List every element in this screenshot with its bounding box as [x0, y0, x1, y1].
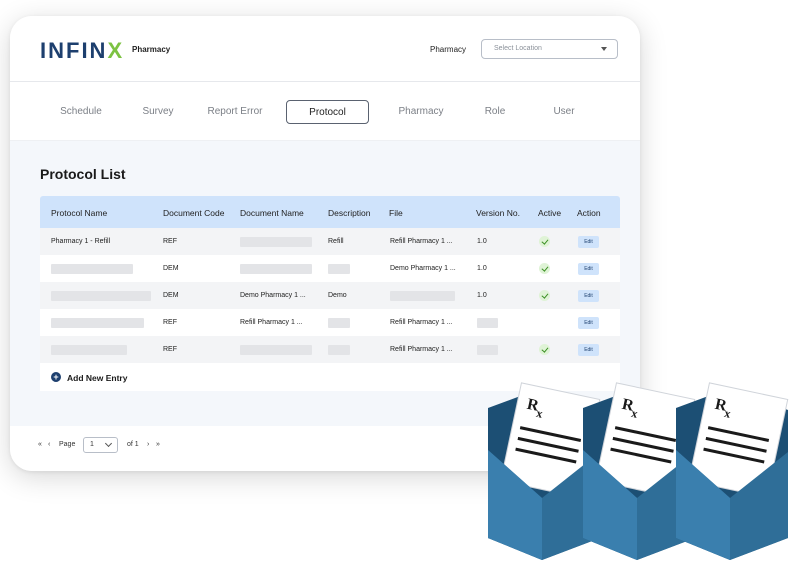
tab-schedule[interactable]: Schedule	[50, 100, 112, 124]
page-count: of 1	[127, 441, 139, 448]
tab-pharmacy[interactable]: Pharmacy	[390, 100, 452, 124]
cell-file: Refill Pharmacy 1 ...	[390, 319, 453, 326]
col-version: Version No.	[476, 208, 520, 218]
infinx-logo: INFINX	[40, 38, 125, 63]
edit-button[interactable]: Edit	[578, 317, 599, 329]
add-new-entry-label: Add New Entry	[67, 373, 128, 383]
cell-placeholder	[51, 318, 144, 328]
edit-button[interactable]: Edit	[578, 344, 599, 356]
tab-report-error[interactable]: Report Error	[202, 100, 268, 124]
table-row: DEM Demo Pharmacy 1 ... 1.0 Edit	[40, 255, 620, 282]
page-label: Page	[59, 441, 76, 448]
cell-placeholder	[51, 291, 151, 301]
cell-file: Refill Pharmacy 1 ...	[390, 346, 453, 353]
location-label: Pharmacy	[430, 45, 467, 54]
table-row: DEM Demo Pharmacy 1 ... Demo 1.0 Edit	[40, 282, 620, 309]
tab-role[interactable]: Role	[476, 100, 514, 124]
location-select-placeholder: Select Location	[494, 45, 542, 52]
cell-document-name: Refill Pharmacy 1 ...	[240, 319, 303, 326]
col-document-code: Document Code	[163, 208, 225, 218]
cell-placeholder	[477, 318, 498, 328]
check-icon	[539, 236, 550, 247]
table-row: REF Refill Pharmacy 1 ... Edit	[40, 336, 620, 363]
table-row: Pharmacy 1 - Refill REF Refill Refill Ph…	[40, 228, 620, 255]
next-page-button[interactable]: ›	[147, 441, 149, 448]
cell-description: Refill	[328, 238, 344, 245]
cell-file: Refill Pharmacy 1 ...	[390, 238, 453, 245]
table-header: Protocol Name Document Code Document Nam…	[40, 196, 620, 228]
page-select[interactable]: 1	[83, 437, 118, 453]
tab-survey[interactable]: Survey	[136, 100, 180, 124]
cell-document-code: DEM	[163, 292, 179, 299]
cell-placeholder	[240, 345, 312, 355]
page-select-value: 1	[90, 441, 94, 448]
col-document-name: Document Name	[240, 208, 304, 218]
cell-placeholder	[51, 345, 127, 355]
cell-document-code: REF	[163, 238, 177, 245]
col-action: Action	[577, 208, 601, 218]
plus-icon: +	[51, 372, 61, 382]
cell-description: Demo	[328, 292, 347, 299]
page-title: Protocol List	[40, 166, 126, 182]
cell-version: 1.0	[477, 292, 487, 299]
cell-version: 1.0	[477, 265, 487, 272]
col-description: Description	[328, 208, 371, 218]
last-page-button[interactable]: »	[156, 441, 160, 448]
cell-placeholder	[390, 291, 455, 301]
cell-document-code: REF	[163, 346, 177, 353]
prev-page-button[interactable]: ‹	[48, 441, 50, 448]
cell-version: 1.0	[477, 238, 487, 245]
col-file: File	[389, 208, 403, 218]
check-icon	[539, 344, 550, 355]
cell-placeholder	[477, 345, 498, 355]
cell-placeholder	[328, 345, 350, 355]
edit-button[interactable]: Edit	[578, 263, 599, 275]
check-icon	[539, 290, 550, 301]
col-protocol-name: Protocol Name	[51, 208, 108, 218]
cell-placeholder	[328, 318, 350, 328]
cell-placeholder	[328, 264, 350, 274]
col-active: Active	[538, 208, 562, 218]
cell-protocol-name: Pharmacy 1 - Refill	[51, 238, 111, 245]
cell-document-name: Demo Pharmacy 1 ...	[240, 292, 306, 299]
cell-placeholder	[240, 264, 312, 274]
top-bar: INFINX Pharmacy Pharmacy Select Location	[10, 16, 640, 82]
caret-down-icon	[601, 47, 607, 51]
edit-button[interactable]: Edit	[578, 290, 599, 302]
tab-user[interactable]: User	[546, 100, 582, 124]
location-select[interactable]: Select Location	[481, 39, 618, 59]
cell-document-code: DEM	[163, 265, 179, 272]
rx-envelope-icon: R x	[676, 382, 789, 560]
nav-tabs: Schedule Survey Report Error Protocol Ph…	[10, 83, 640, 141]
table-row: REF Refill Pharmacy 1 ... Refill Pharmac…	[40, 309, 620, 336]
first-page-button[interactable]: «	[38, 441, 42, 448]
cell-document-code: REF	[163, 319, 177, 326]
rx-envelopes-illustration: R x R x R x	[488, 382, 789, 560]
cell-file: Demo Pharmacy 1 ...	[390, 265, 456, 272]
check-icon	[539, 263, 550, 274]
cell-placeholder	[51, 264, 133, 274]
edit-button[interactable]: Edit	[578, 236, 599, 248]
tab-protocol[interactable]: Protocol	[286, 100, 369, 124]
chevron-down-icon	[104, 439, 113, 448]
app-name: Pharmacy	[132, 45, 171, 54]
cell-placeholder	[240, 237, 312, 247]
